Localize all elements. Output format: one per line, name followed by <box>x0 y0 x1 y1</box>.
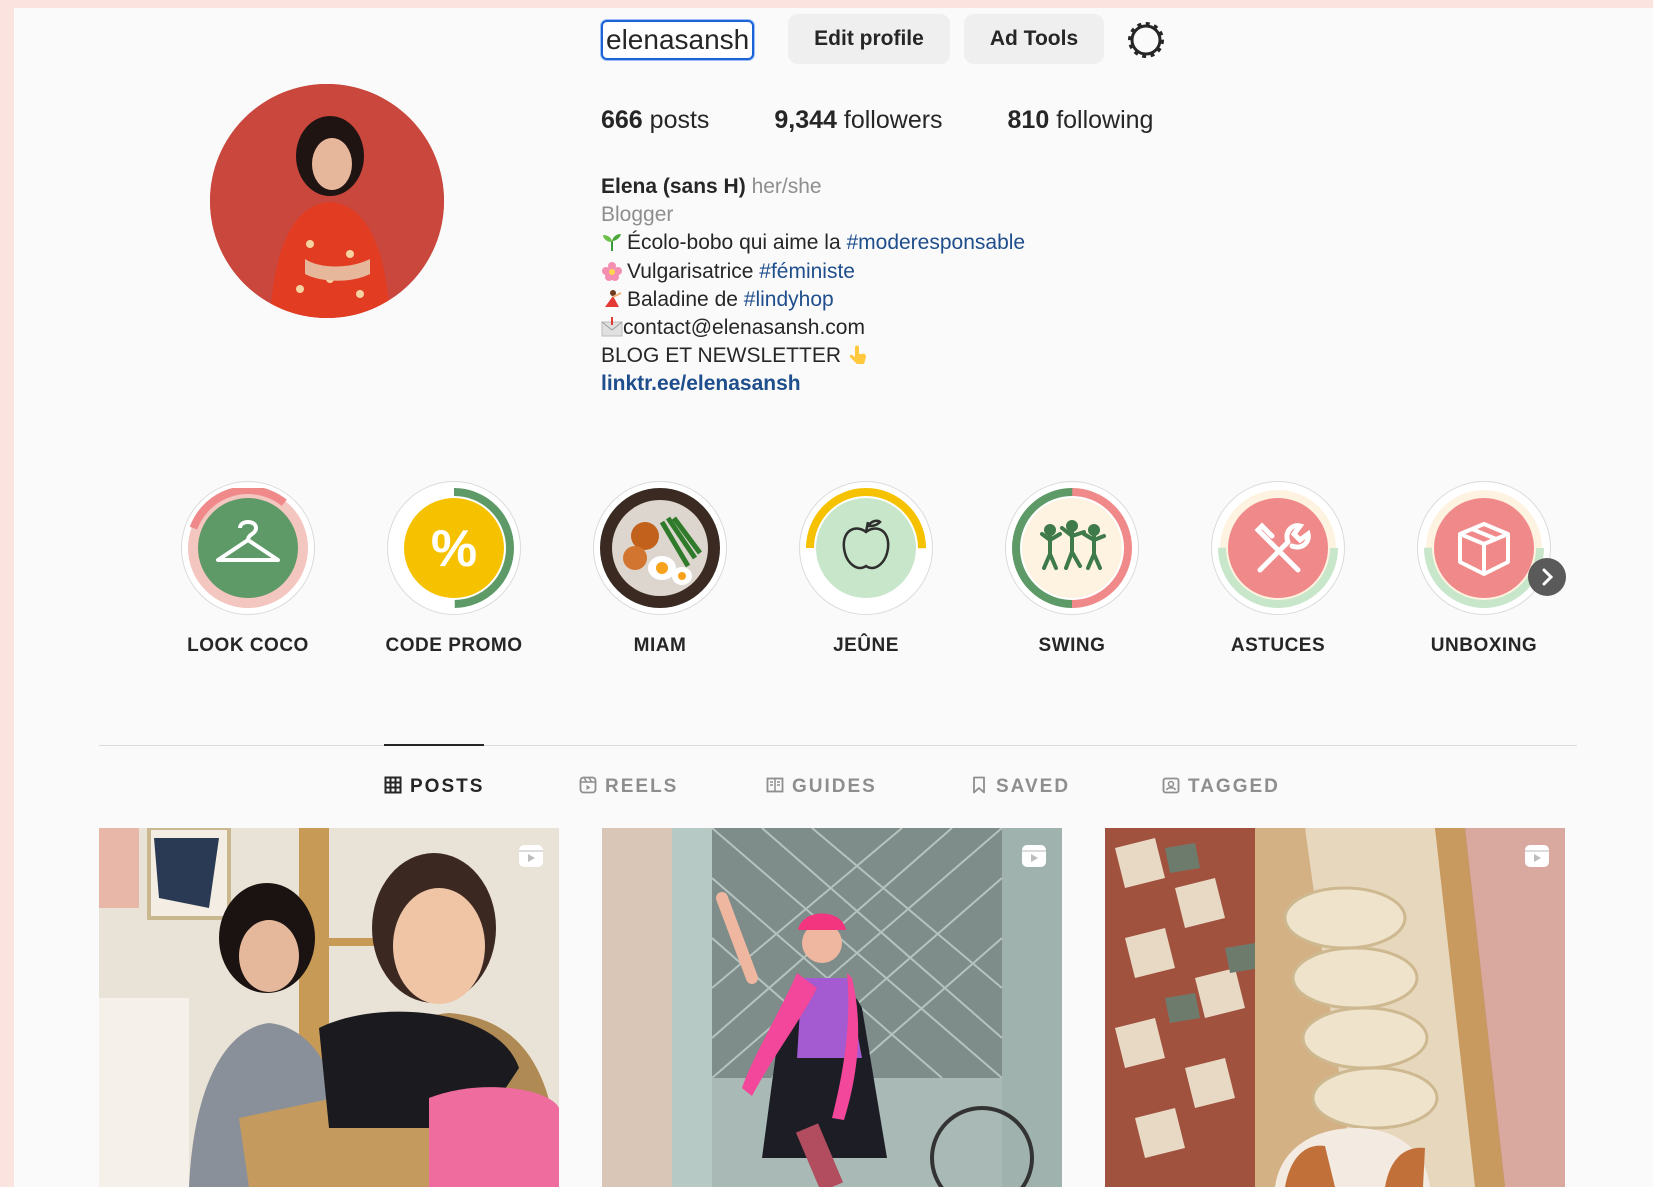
tab-label: TAGGED <box>1188 776 1280 797</box>
posts-label: posts <box>649 106 710 134</box>
username-field[interactable]: elenasansh <box>601 20 755 60</box>
bio-link[interactable]: linktr.ee/elenasansh <box>601 370 1025 398</box>
reels-icon <box>579 776 597 794</box>
bio-line-2: Vulgarisatrice <box>627 259 760 283</box>
post-thumbnail[interactable] <box>99 828 559 1187</box>
hanger-icon <box>188 488 308 608</box>
followers-label: followers <box>843 106 943 134</box>
highlight-look-coco[interactable]: LOOK COCO <box>168 481 328 657</box>
highlight-ring <box>1005 481 1139 615</box>
following-stat[interactable]: 810 following <box>1008 106 1154 135</box>
following-count: 810 <box>1007 106 1050 134</box>
highlight-label: UNBOXING <box>1430 635 1538 656</box>
highlight-label: JEÛNE <box>833 635 899 656</box>
highlights-next-button[interactable] <box>1528 558 1566 596</box>
tab-label: POSTS <box>410 776 485 797</box>
highlight-ring <box>1211 481 1345 615</box>
bio-line-1: Écolo-bobo qui aime la <box>627 231 847 255</box>
followers-stat[interactable]: 9,344 followers <box>774 106 942 135</box>
post-image <box>99 828 559 1187</box>
avatar[interactable] <box>210 84 444 318</box>
tab-tagged[interactable]: TAGGED <box>1162 776 1280 800</box>
reels-icon <box>519 845 543 867</box>
hashtag-lindyhop[interactable]: #lindyhop <box>744 288 834 311</box>
highlight-miam[interactable]: MIAM <box>580 481 740 657</box>
bio-line-4: contact@elenasansh.com <box>623 316 865 340</box>
gear-icon[interactable] <box>1126 20 1166 60</box>
box-icon <box>1424 488 1544 608</box>
tagged-icon <box>1162 777 1180 794</box>
chevron-right-icon <box>1542 568 1554 586</box>
seedling-icon <box>603 234 621 252</box>
posts-stat[interactable]: 666 posts <box>601 106 709 135</box>
following-label: following <box>1056 106 1154 134</box>
tab-reels[interactable]: REELS <box>579 776 678 800</box>
highlight-ring <box>181 481 315 615</box>
highlight-label: LOOK COCO <box>187 635 309 656</box>
pointing-down-icon <box>849 345 866 365</box>
post-thumbnail[interactable] <box>1105 828 1565 1187</box>
pronouns: her/she <box>751 175 822 198</box>
highlight-ring <box>593 481 727 615</box>
highlight-astuces[interactable]: ASTUCES <box>1198 481 1358 657</box>
tab-label: REELS <box>605 776 679 797</box>
dancer-icon <box>605 289 622 307</box>
grid-icon <box>384 776 402 794</box>
highlight-ring: % <box>387 481 521 615</box>
flower-icon <box>602 261 622 281</box>
reels-icon <box>1022 845 1046 867</box>
highlight-label: MIAM <box>633 635 687 656</box>
bio: Elena (sans H) her/she Blogger Écolo-bob… <box>601 173 1025 399</box>
tab-label: GUIDES <box>792 776 877 797</box>
posts-count: 666 <box>601 106 643 134</box>
dancers-icon <box>1012 488 1132 608</box>
followers-count: 9,344 <box>774 106 837 134</box>
tabs-divider <box>99 745 1577 746</box>
tab-saved[interactable]: SAVED <box>970 776 1070 800</box>
apple-icon <box>806 488 926 608</box>
envelope-icon <box>601 317 623 337</box>
active-tab-indicator <box>384 744 484 746</box>
display-name: Elena (sans H) <box>601 175 746 198</box>
post-thumbnail[interactable] <box>602 828 1062 1187</box>
highlight-jeune[interactable]: JEÛNE <box>786 481 946 657</box>
highlight-label: ASTUCES <box>1230 635 1326 656</box>
percent-icon: % <box>394 488 514 608</box>
post-image <box>1105 828 1565 1187</box>
hashtag-moderesponsable[interactable]: #moderesponsable <box>846 231 1025 254</box>
edit-profile-button[interactable]: Edit profile <box>788 14 950 64</box>
tab-label: SAVED <box>996 776 1071 797</box>
tab-posts[interactable]: POSTS <box>384 776 484 800</box>
svg-text:%: % <box>431 520 477 578</box>
bio-line-5: BLOG ET NEWSLETTER <box>601 344 841 368</box>
food-photo <box>600 488 720 608</box>
profile-stats: 666 posts 9,344 followers 810 following <box>601 106 1211 135</box>
hashtag-feministe[interactable]: #féministe <box>759 260 855 283</box>
highlight-code-promo[interactable]: % CODE PROMO <box>374 481 534 657</box>
highlight-ring <box>799 481 933 615</box>
highlight-swing[interactable]: SWING <box>992 481 1152 657</box>
guides-icon <box>766 777 784 793</box>
tab-guides[interactable]: GUIDES <box>766 776 877 800</box>
bio-line-3: Baladine de <box>627 287 744 311</box>
highlight-label: CODE PROMO <box>385 635 523 656</box>
reels-icon <box>1525 845 1549 867</box>
profile-page: elenasansh Edit profile Ad Tools 666 pos… <box>14 8 1653 1187</box>
ad-tools-button[interactable]: Ad Tools <box>964 14 1104 64</box>
category: Blogger <box>601 203 674 227</box>
bookmark-icon <box>973 776 985 794</box>
tools-icon <box>1218 488 1338 608</box>
post-image <box>602 828 1062 1187</box>
highlight-label: SWING <box>1038 635 1106 656</box>
